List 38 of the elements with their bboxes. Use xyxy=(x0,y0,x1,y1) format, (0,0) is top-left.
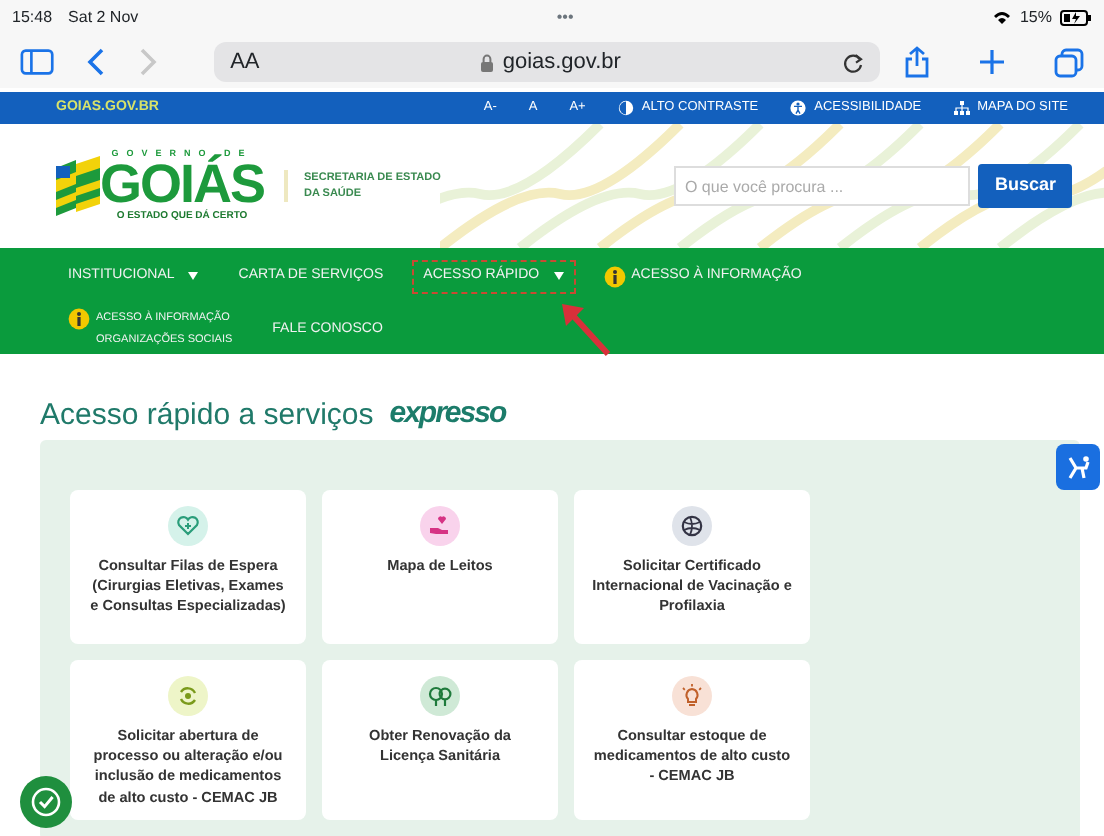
status-time: 15:48 xyxy=(12,6,53,30)
info-icon xyxy=(603,266,626,288)
sidebar-icon[interactable] xyxy=(20,48,55,76)
section-title: Acesso rápido a serviços xyxy=(40,397,374,433)
url-text: goias.gov.br xyxy=(502,47,621,78)
battery-percent: 15% xyxy=(1019,6,1052,30)
accessibility-widget-button[interactable] xyxy=(1056,444,1100,490)
feedback-button[interactable] xyxy=(20,776,72,828)
lock-icon xyxy=(480,53,495,71)
accessibility-icon xyxy=(790,100,807,116)
caret-icon[interactable] xyxy=(553,272,564,281)
brand-logo: expresso xyxy=(389,394,506,435)
refresh-icon xyxy=(176,684,200,708)
hand-heart-icon xyxy=(428,514,452,538)
wifi-icon xyxy=(991,10,1012,26)
share-icon[interactable] xyxy=(904,46,930,78)
search-field[interactable]: O que você procura ... xyxy=(674,166,971,206)
trees-icon xyxy=(428,684,452,708)
search-button[interactable]: Buscar xyxy=(978,164,1072,208)
text-size-button[interactable]: AA xyxy=(230,45,260,79)
lightbulb-icon xyxy=(680,684,704,708)
reload-icon[interactable] xyxy=(842,51,864,73)
flag-stripes-icon xyxy=(56,155,100,216)
address-bar[interactable]: AA goias.gov.br xyxy=(214,42,880,82)
new-tab-icon[interactable] xyxy=(978,48,1006,76)
multitasking-dots[interactable]: ••• xyxy=(556,6,574,30)
battery-icon xyxy=(1060,10,1092,26)
info-icon xyxy=(68,308,90,330)
status-date: Sat 2 Nov xyxy=(68,6,139,30)
tabs-icon[interactable] xyxy=(1054,47,1084,77)
contrast-icon xyxy=(617,100,634,116)
sitemap-icon xyxy=(953,100,970,116)
back-icon[interactable] xyxy=(86,48,107,76)
pointer-arrow xyxy=(561,303,610,356)
globe-icon xyxy=(680,514,704,538)
heart-icon xyxy=(176,514,200,538)
caret-icon[interactable] xyxy=(188,272,199,281)
check-icon xyxy=(30,786,62,818)
